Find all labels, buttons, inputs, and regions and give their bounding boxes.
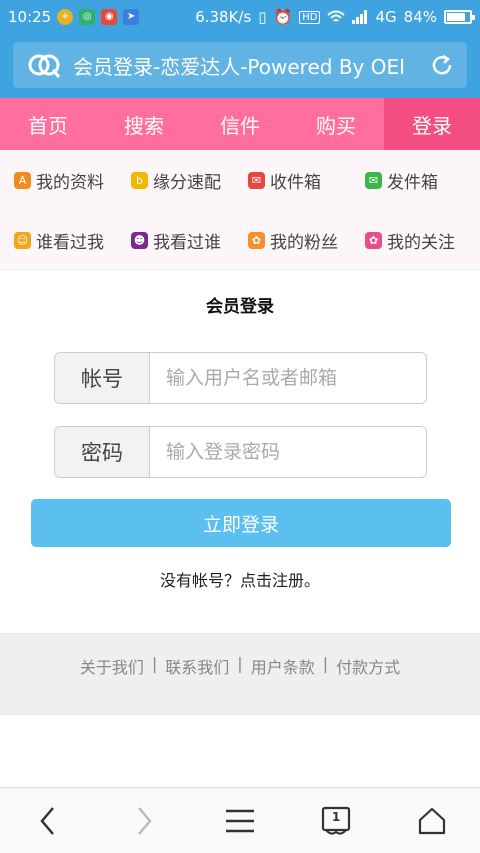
- fans-icon: ✿: [248, 231, 265, 249]
- match-icon: b: [131, 171, 148, 189]
- account-input[interactable]: [150, 353, 426, 403]
- page-title: 会员登录-恋爱达人-Powered By OEI: [73, 54, 406, 79]
- password-label: 密码: [55, 427, 150, 477]
- viewer-icon: ☺: [14, 231, 31, 249]
- app-notification-icon: ➤: [123, 9, 140, 25]
- nav-mail[interactable]: 信件: [192, 98, 288, 150]
- register-link[interactable]: 没有帐号？点击注册。: [0, 567, 480, 591]
- network-type: 4G: [375, 8, 397, 26]
- quick-my-profile[interactable]: A 我的资料: [14, 150, 131, 210]
- battery-percent: 84%: [403, 8, 437, 26]
- browser-bottom-bar: 1: [0, 787, 480, 853]
- network-speed: 6.38K/s: [195, 8, 252, 26]
- address-bar[interactable]: 会员登录-恋爱达人-Powered By OEI: [13, 42, 467, 88]
- wifi-icon: [327, 10, 346, 22]
- quick-i-viewed[interactable]: ☻ 我看过谁: [131, 210, 248, 270]
- alarm-icon: ⏰: [273, 8, 293, 26]
- nav-home[interactable]: 首页: [0, 98, 96, 150]
- quick-match[interactable]: b 缘分速配: [131, 150, 248, 210]
- vibrate-icon: ▯: [258, 8, 267, 26]
- footer-links: 关于我们 | 联系我们 | 用户条款 | 付款方式: [0, 633, 480, 715]
- app-notification-icon: ◉: [101, 9, 118, 25]
- quick-my-follows[interactable]: ✿ 我的关注: [365, 210, 480, 270]
- refresh-icon[interactable]: [429, 52, 455, 78]
- password-field: 密码: [54, 426, 427, 478]
- account-label: 帐号: [55, 353, 150, 403]
- quick-who-viewed-me[interactable]: ☺ 谁看过我: [14, 210, 131, 270]
- nav-search[interactable]: 搜索: [96, 98, 192, 150]
- viewed-icon: ☻: [131, 231, 148, 249]
- signal-icon: [352, 10, 368, 24]
- footer-separator: |: [322, 654, 329, 673]
- footer-payment[interactable]: 付款方式: [336, 654, 400, 714]
- menu-icon: [226, 809, 254, 832]
- footer-contact[interactable]: 联系我们: [165, 654, 229, 714]
- password-input[interactable]: [150, 427, 426, 477]
- quick-outbox[interactable]: ✉ 发件箱: [365, 150, 480, 210]
- quick-my-fans[interactable]: ✿ 我的粉丝: [248, 210, 365, 270]
- hd-badge: HD: [299, 10, 321, 24]
- login-button[interactable]: 立即登录: [31, 499, 451, 547]
- status-time: 10:25: [8, 8, 52, 26]
- footer-about[interactable]: 关于我们: [80, 654, 144, 714]
- app-notification-icon: +: [57, 9, 74, 25]
- tab-count: 1: [331, 809, 341, 824]
- forward-button[interactable]: [114, 791, 174, 851]
- nav-login[interactable]: 登录: [384, 98, 480, 150]
- footer-separator: |: [151, 654, 158, 673]
- outbox-icon: ✉: [365, 171, 382, 189]
- scan-notification-icon: ◎: [79, 9, 96, 25]
- tabs-button[interactable]: 1: [306, 791, 366, 851]
- home-icon: [418, 807, 446, 834]
- site-logo-icon: [28, 54, 61, 78]
- account-field: 帐号: [54, 352, 427, 404]
- home-button[interactable]: [402, 791, 462, 851]
- quick-links: A 我的资料 b 缘分速配 ✉ 收件箱 ✉ 发件箱 ☺ 谁看过我 ☻ 我看过谁 ✿ 我的粉丝 …: [0, 150, 480, 270]
- back-icon: [40, 806, 54, 835]
- menu-button[interactable]: [210, 791, 270, 851]
- nav-purchase[interactable]: 购买: [288, 98, 384, 150]
- back-button[interactable]: [18, 791, 78, 851]
- quick-inbox[interactable]: ✉ 收件箱: [248, 150, 365, 210]
- battery-icon: [444, 10, 475, 24]
- browser-toolbar: 会员登录-恋爱达人-Powered By OEI: [0, 34, 480, 98]
- follow-icon: ✿: [365, 231, 382, 249]
- footer-terms[interactable]: 用户条款: [251, 654, 315, 714]
- forward-icon: [138, 806, 152, 835]
- inbox-icon: ✉: [248, 171, 265, 189]
- profile-icon: A: [14, 171, 31, 189]
- login-title: 会员登录: [206, 297, 274, 317]
- status-bar: 10:25 + ◎ ◉ ➤ 6.38K/s ▯ ⏰ HD 4G 84%: [0, 0, 480, 34]
- main-nav: 首页 搜索 信件 购买 登录: [0, 98, 480, 150]
- footer-separator: |: [237, 654, 243, 673]
